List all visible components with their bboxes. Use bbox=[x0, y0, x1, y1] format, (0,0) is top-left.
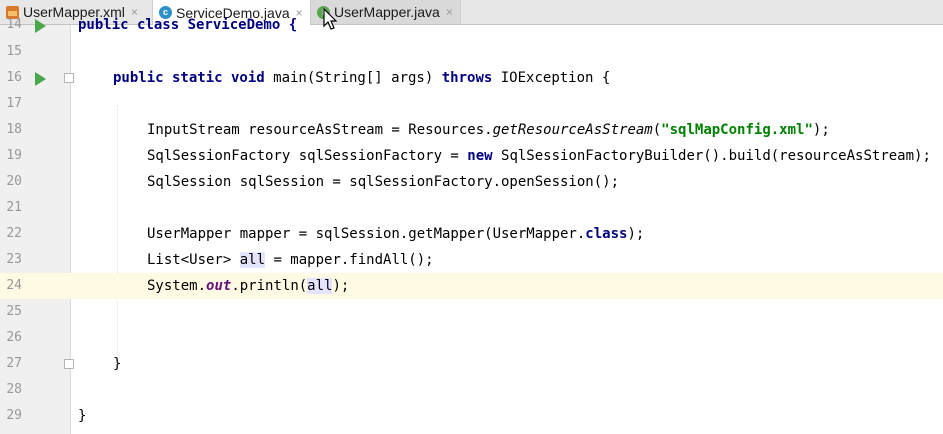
fold-icon[interactable] bbox=[64, 73, 74, 83]
line-number: 25 bbox=[6, 304, 22, 319]
code-line: 15 bbox=[0, 39, 943, 65]
line-number: 22 bbox=[6, 226, 22, 241]
code-line: 25 bbox=[0, 299, 943, 325]
line-number: 23 bbox=[6, 252, 22, 267]
run-icon[interactable] bbox=[35, 19, 46, 33]
code-line: 26 bbox=[0, 325, 943, 351]
code-line: 17 bbox=[0, 91, 943, 117]
code-line: 29 } bbox=[0, 403, 943, 429]
code-fragment: SqlSessionFactoryBuilder().build(resourc… bbox=[492, 148, 931, 164]
code-fragment: SqlSessionFactory sqlSessionFactory = bbox=[147, 148, 468, 164]
fold-icon[interactable] bbox=[64, 359, 74, 369]
variable-highlight: all bbox=[307, 278, 333, 294]
code-fragment: ( bbox=[652, 122, 662, 138]
code-fragment: System. bbox=[147, 278, 207, 294]
code-fragment: = mapper.findAll(); bbox=[265, 252, 434, 268]
code-line: 20 SqlSession sqlSession = sqlSessionFac… bbox=[0, 169, 943, 195]
code-text: } bbox=[113, 356, 122, 372]
code-fragment: List<User> bbox=[147, 252, 240, 268]
line-number: 14 bbox=[6, 17, 22, 32]
line-number: 16 bbox=[6, 70, 22, 85]
code-line: 16 public static void main(String[] args… bbox=[0, 65, 943, 91]
keyword: throws bbox=[441, 70, 493, 86]
code-fragment: main(String[] args) bbox=[264, 70, 442, 86]
code-line: 28 bbox=[0, 377, 943, 403]
line-number: 27 bbox=[6, 356, 22, 371]
line-number: 15 bbox=[6, 44, 22, 59]
code-text: SqlSessionFactory sqlSessionFactory = ne… bbox=[147, 143, 931, 169]
keyword: class bbox=[585, 226, 628, 242]
code-fragment: InputStream resourceAsStream = Resources… bbox=[147, 122, 493, 138]
static-method: getResourceAsStream bbox=[492, 122, 653, 138]
code-line: 19 SqlSessionFactory sqlSessionFactory =… bbox=[0, 143, 943, 169]
line-number: 26 bbox=[6, 330, 22, 345]
code-fragment: ); bbox=[812, 122, 830, 138]
string-literal: "sqlMapConfig.xml" bbox=[661, 122, 813, 138]
line-number: 17 bbox=[6, 96, 22, 111]
code-text: SqlSession sqlSession = sqlSessionFactor… bbox=[147, 174, 620, 190]
line-number: 28 bbox=[6, 382, 22, 397]
line-number: 18 bbox=[6, 122, 22, 137]
static-field: out bbox=[206, 278, 232, 294]
code-text: public static void main(String[] args) t… bbox=[113, 65, 610, 91]
variable-highlight: all bbox=[239, 252, 266, 268]
code-line-current: 24 System.out.println(all); bbox=[0, 273, 943, 299]
code-text: System.out.println(all); bbox=[147, 273, 349, 299]
code-line: 27 } bbox=[0, 351, 943, 377]
code-line: 22 UserMapper mapper = sqlSession.getMap… bbox=[0, 221, 943, 247]
run-icon[interactable] bbox=[35, 72, 46, 86]
keyword: public static void bbox=[113, 70, 265, 86]
code-editor[interactable]: 14 public class ServiceDemo { 15 16 publ… bbox=[0, 17, 943, 434]
keyword: new bbox=[467, 148, 493, 164]
line-number: 24 bbox=[6, 278, 22, 293]
code-line: 18 InputStream resourceAsStream = Resour… bbox=[0, 117, 943, 143]
line-number: 29 bbox=[6, 408, 22, 423]
code-text: List<User> all = mapper.findAll(); bbox=[147, 247, 434, 273]
code-text: public class ServiceDemo { bbox=[78, 17, 298, 33]
code-line: 14 public class ServiceDemo { bbox=[0, 12, 943, 38]
code-fragment: .println( bbox=[231, 278, 308, 294]
line-number: 19 bbox=[6, 148, 22, 163]
mouse-cursor-icon bbox=[323, 8, 338, 30]
code-line: 21 bbox=[0, 195, 943, 221]
code-fragment: IOException { bbox=[492, 70, 611, 86]
code-fragment: ); bbox=[332, 278, 350, 294]
code-fragment: UserMapper mapper = sqlSession.getMapper… bbox=[147, 226, 586, 242]
code-text: InputStream resourceAsStream = Resources… bbox=[147, 117, 830, 143]
code-text: } bbox=[78, 408, 87, 424]
line-number: 21 bbox=[6, 200, 22, 215]
code-fragment: ); bbox=[627, 226, 645, 242]
line-number: 20 bbox=[6, 174, 22, 189]
code-line: 23 List<User> all = mapper.findAll(); bbox=[0, 247, 943, 273]
code-text: UserMapper mapper = sqlSession.getMapper… bbox=[147, 221, 644, 247]
